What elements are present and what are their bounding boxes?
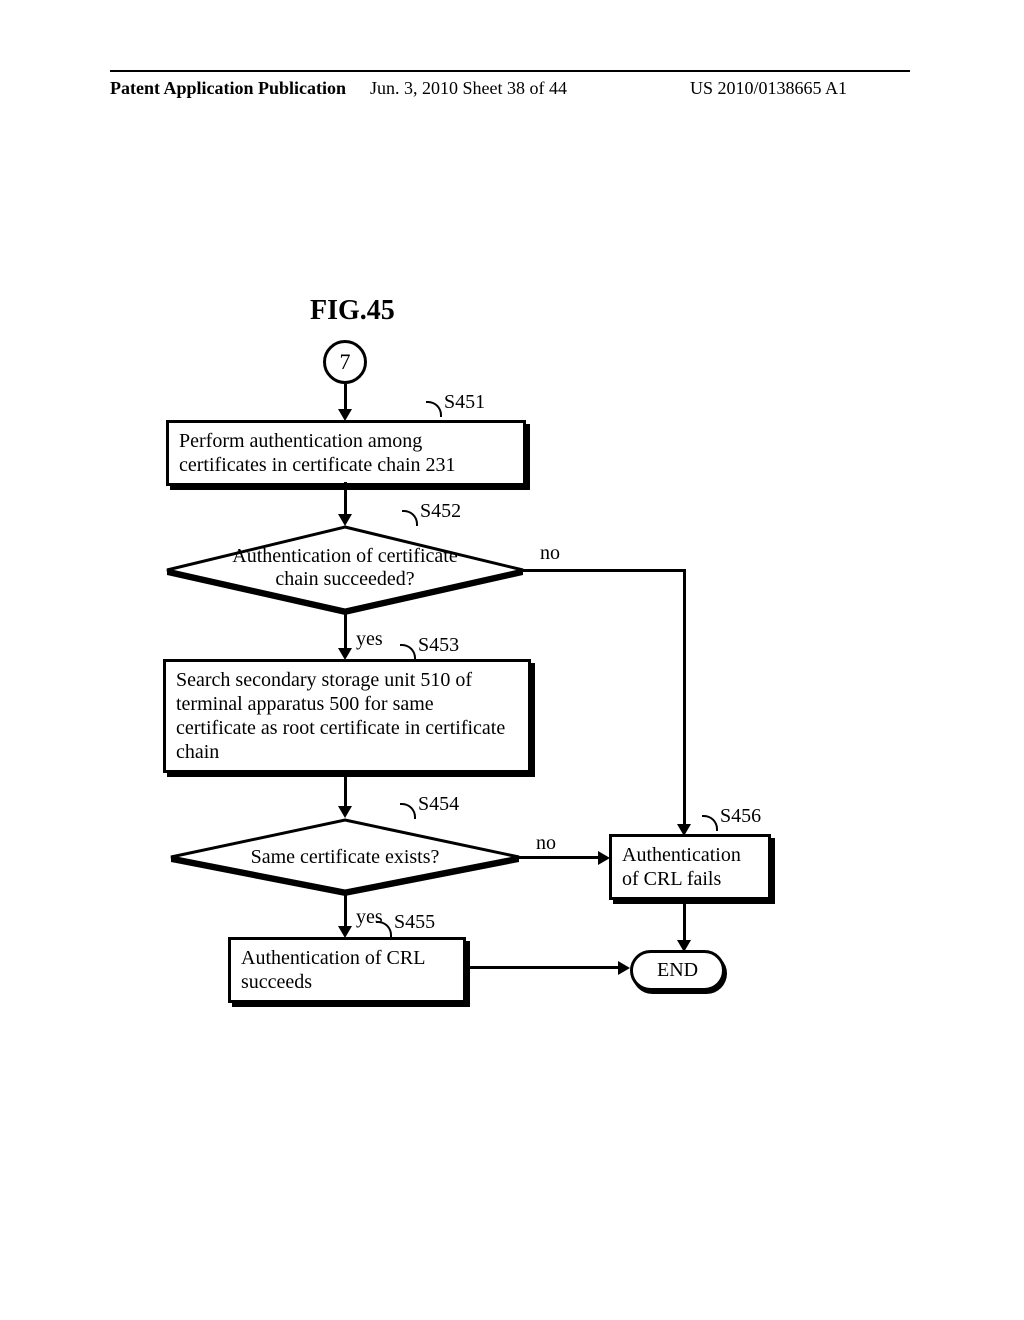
process-s453: Search secondary storage unit 510 of ter… (163, 659, 531, 773)
label-leader (400, 803, 416, 819)
connector-label: 7 (340, 349, 351, 375)
header-right: US 2010/0138665 A1 (690, 78, 847, 99)
step-label-s451: S451 (444, 391, 485, 414)
page: { "header": { "left": "Patent Applicatio… (0, 0, 1024, 1320)
decision-s452 (163, 525, 527, 615)
flowline (470, 966, 625, 969)
label-leader (426, 401, 442, 417)
process-text: Authentication of CRL succeeds (241, 947, 425, 993)
terminator-label: END (657, 959, 698, 981)
arrowhead-right-icon (618, 961, 630, 975)
edge-label-yes: yes (356, 628, 383, 651)
flowline (683, 569, 686, 830)
process-text: Search secondary storage unit 510 of ter… (176, 669, 505, 763)
process-text: Authentication of CRL fails (622, 844, 741, 890)
step-label-s455: S455 (394, 911, 435, 934)
label-leader (400, 644, 416, 660)
label-leader (702, 815, 718, 831)
header-center: Jun. 3, 2010 Sheet 38 of 44 (370, 78, 567, 99)
process-s451: Perform authentication among certificate… (166, 420, 526, 486)
process-text: Perform authentication among certificate… (179, 430, 456, 476)
label-leader (376, 921, 392, 937)
process-s455: Authentication of CRL succeeds (228, 937, 466, 1003)
step-label-s453: S453 (418, 634, 459, 657)
decision-s454 (167, 818, 523, 896)
flowline (523, 569, 685, 572)
process-s456: Authentication of CRL fails (609, 834, 771, 900)
edge-label-no: no (536, 832, 556, 855)
step-label-s454: S454 (418, 793, 459, 816)
flowline (683, 898, 686, 946)
step-label-s456: S456 (720, 805, 761, 828)
edge-label-no: no (540, 542, 560, 565)
connector-circle: 7 (323, 340, 367, 384)
terminator-end: END (630, 950, 725, 991)
flowline (519, 856, 605, 859)
step-label-s452: S452 (420, 500, 461, 523)
header-rule (110, 70, 910, 72)
header-left: Patent Application Publication (110, 78, 346, 99)
arrowhead-down-icon (338, 806, 352, 818)
label-leader (402, 510, 418, 526)
figure-title: FIG.45 (310, 295, 395, 327)
